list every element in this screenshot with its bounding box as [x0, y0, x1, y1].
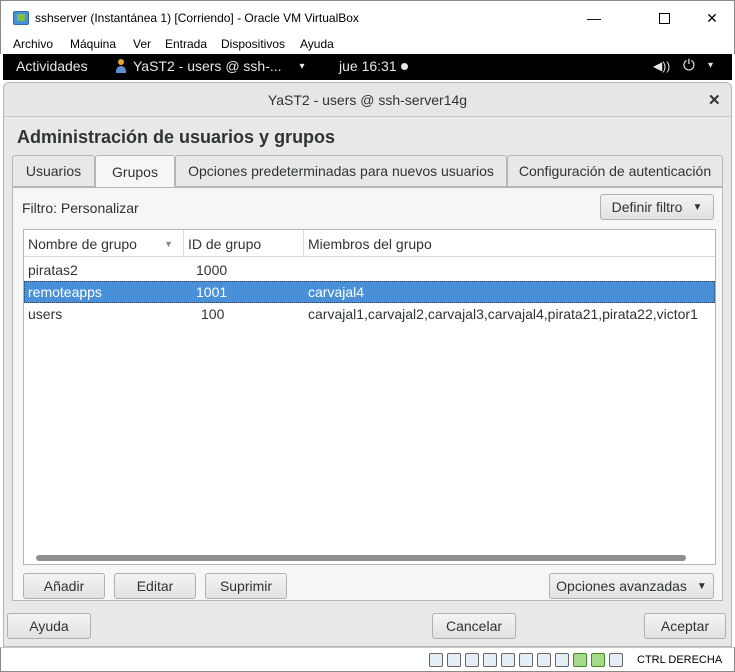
menu-ayuda[interactable]: Ayuda — [300, 37, 334, 51]
accept-button[interactable]: Aceptar — [644, 613, 726, 639]
video-capture-icon[interactable] — [555, 653, 569, 667]
cell-group-members: carvajal1,carvajal2,carvajal3,carvajal4,… — [308, 306, 698, 322]
table-row[interactable]: piratas2 1000 — [24, 259, 715, 281]
advanced-options-button[interactable]: Opciones avanzadas ▼ — [549, 573, 714, 599]
tab-usuarios-label: Usuarios — [25, 163, 82, 179]
table-row-selected[interactable]: remoteapps 1001 carvajal4 — [24, 281, 715, 303]
yast-dialog: YaST2 - users @ ssh-server14g ✕ Administ… — [3, 82, 732, 647]
host-title-bar: sshserver (Instantánea 1) [Corriendo] - … — [0, 0, 735, 34]
groups-table[interactable]: Nombre de grupo ▼ ID de grupo Miembros d… — [23, 229, 716, 565]
hard-disk-icon[interactable] — [429, 653, 443, 667]
tab-configuracion-label: Configuración de autenticación — [518, 163, 712, 179]
dropdown-arrow-icon: ▼ — [692, 201, 703, 213]
power-icon[interactable]: ⏻ — [683, 57, 695, 74]
dropdown-arrow-icon: ▼ — [696, 580, 707, 592]
notification-dot-icon — [400, 63, 408, 70]
maximize-button[interactable] — [641, 7, 687, 29]
menu-maquina[interactable]: Máquina — [70, 37, 116, 51]
column-header-group-name[interactable]: Nombre de grupo ▼ — [24, 230, 184, 257]
menu-archivo[interactable]: Archivo — [13, 37, 53, 51]
table-row[interactable]: users 100 carvajal1,carvajal2,carvajal3,… — [24, 303, 715, 325]
gnome-top-bar: Actividades YaST2 - users @ ssh-... ▾ ju… — [3, 54, 732, 80]
tab-opciones-predeterminadas[interactable]: Opciones predeterminadas para nuevos usu… — [175, 155, 507, 187]
page-title: Administración de usuarios y grupos — [17, 127, 336, 147]
host-key-label: CTRL DERECHA — [637, 654, 723, 666]
cell-group-name: users — [28, 306, 63, 322]
host-status-bar: CTRL DERECHA — [0, 647, 735, 672]
sort-descending-icon: ▼ — [164, 239, 173, 249]
user-app-icon — [115, 59, 127, 73]
define-filter-label: Definir filtro — [611, 199, 683, 215]
cell-group-members: carvajal4 — [308, 284, 365, 300]
dialog-title: YaST2 - users @ ssh-server14g — [267, 92, 468, 108]
column-header-group-name-label: Nombre de grupo — [28, 235, 137, 252]
host-menu-bar: Archivo Máquina Ver Entrada Dispositivos… — [0, 34, 735, 54]
cell-group-id: 100 — [201, 306, 225, 322]
app-menu[interactable]: YaST2 - users @ ssh-... ▾ — [115, 58, 305, 74]
clock[interactable]: jue 16:31 — [339, 58, 408, 74]
minimize-button[interactable]: — — [571, 7, 617, 29]
add-button-label: Añadir — [43, 578, 85, 594]
app-menu-label: YaST2 - users @ ssh-... — [133, 58, 282, 74]
cell-group-name: remoteapps — [28, 284, 102, 300]
edit-button-label: Editar — [136, 578, 174, 594]
accept-button-label: Aceptar — [660, 618, 710, 634]
filter-label: Filtro: Personalizar — [22, 200, 139, 216]
column-header-members[interactable]: Miembros del grupo — [304, 230, 715, 257]
tab-usuarios[interactable]: Usuarios — [12, 155, 95, 187]
menu-dispositivos[interactable]: Dispositivos — [221, 37, 285, 51]
cell-group-id: 1001 — [196, 284, 228, 300]
cancel-button[interactable]: Cancelar — [432, 613, 516, 639]
cell-group-name: piratas2 — [28, 262, 78, 278]
system-menu-chevron-icon[interactable]: ▾ — [708, 60, 713, 71]
advanced-options-label: Opciones avanzadas — [556, 578, 687, 594]
edit-button[interactable]: Editar — [114, 573, 196, 599]
add-button[interactable]: Añadir — [23, 573, 105, 599]
column-header-members-label: Miembros del grupo — [308, 235, 432, 252]
delete-button-label: Suprimir — [219, 578, 273, 594]
define-filter-button[interactable]: Definir filtro ▼ — [600, 194, 714, 220]
display-icon[interactable] — [537, 653, 551, 667]
dialog-close-button[interactable]: ✕ — [708, 91, 721, 109]
shared-folders-icon[interactable] — [519, 653, 533, 667]
cpu-icon — [591, 653, 605, 667]
tab-configuracion-autenticacion[interactable]: Configuración de autenticación — [507, 155, 723, 187]
table-header: Nombre de grupo ▼ ID de grupo Miembros d… — [24, 230, 715, 257]
network-icon[interactable] — [483, 653, 497, 667]
cell-group-id: 1000 — [196, 262, 228, 278]
audio-icon[interactable] — [465, 653, 479, 667]
host-window-title: sshserver (Instantánea 1) [Corriendo] - … — [35, 11, 359, 25]
virtualization-icon — [573, 653, 587, 667]
menu-entrada[interactable]: Entrada — [165, 37, 207, 51]
virtualbox-icon — [13, 11, 29, 25]
chevron-down-icon: ▾ — [299, 60, 305, 72]
horizontal-scrollbar[interactable] — [36, 555, 686, 561]
cancel-button-label: Cancelar — [445, 618, 503, 634]
mouse-integration-icon[interactable] — [609, 653, 623, 667]
optical-drive-icon[interactable] — [447, 653, 461, 667]
column-header-group-id-label: ID de grupo — [188, 235, 262, 252]
activities-button[interactable]: Actividades — [16, 58, 88, 74]
tab-grupos[interactable]: Grupos — [95, 155, 175, 188]
menu-ver[interactable]: Ver — [133, 37, 151, 51]
volume-icon[interactable]: ◀)) — [653, 59, 670, 73]
help-button[interactable]: Ayuda — [7, 613, 91, 639]
dialog-header: YaST2 - users @ ssh-server14g ✕ — [4, 83, 731, 117]
delete-button[interactable]: Suprimir — [205, 573, 287, 599]
column-header-group-id[interactable]: ID de grupo — [184, 230, 304, 257]
clock-label: jue 16:31 — [339, 58, 397, 74]
tab-grupos-label: Grupos — [112, 163, 158, 180]
host-close-button[interactable]: ✕ — [689, 7, 735, 29]
maximize-icon — [658, 12, 670, 24]
usb-icon[interactable] — [501, 653, 515, 667]
tab-opciones-label: Opciones predeterminadas para nuevos usu… — [188, 163, 494, 179]
help-button-label: Ayuda — [29, 618, 69, 634]
